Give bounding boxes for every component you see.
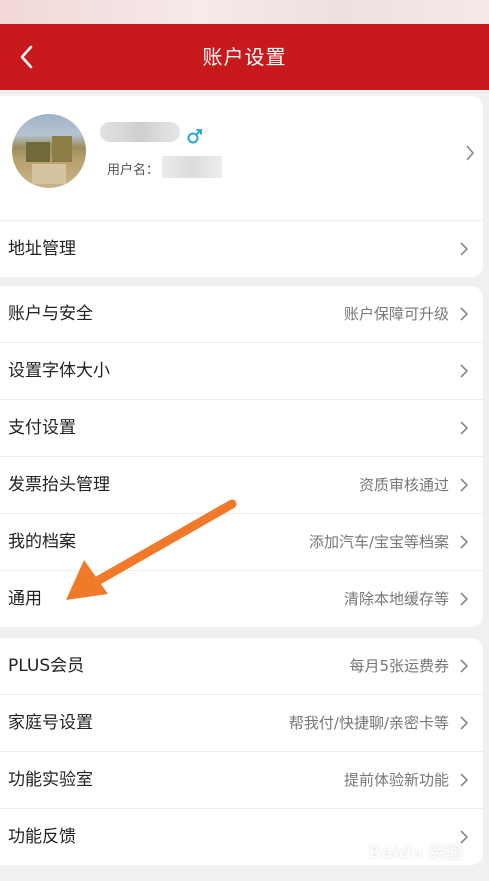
chevron-right-icon xyxy=(460,242,469,256)
row-label: 账户与安全 xyxy=(8,304,93,324)
row-my-profile[interactable]: 我的档案 添加汽车/宝宝等档案 xyxy=(0,514,483,571)
settings-group-2: PLUS会员 每月5张运费券 家庭号设置 帮我付/快捷聊/亲密卡等 功能实验室 … xyxy=(0,638,483,865)
settings-group-1: 账户与安全 账户保障可升级 设置字体大小 支付设置 发票抬头管理 资质审核通过 … xyxy=(0,286,483,627)
chevron-right-icon xyxy=(460,659,469,673)
row-value: 帮我付/快捷聊/亲密卡等 xyxy=(288,714,449,732)
address-row[interactable]: 地址管理 xyxy=(0,221,483,277)
username-label: 用户名： xyxy=(107,163,160,178)
row-feature-lab[interactable]: 功能实验室 提前体验新功能 xyxy=(0,752,483,809)
row-value: 每月5张运费券 xyxy=(349,657,449,675)
chevron-right-icon xyxy=(466,145,475,161)
row-label: 我的档案 xyxy=(8,532,76,552)
male-icon xyxy=(187,129,202,144)
nickname-redacted xyxy=(100,122,180,142)
row-value: 账户保障可升级 xyxy=(343,305,449,323)
row-label: 通用 xyxy=(8,589,42,609)
chevron-right-icon xyxy=(460,421,469,435)
row-value: 资质审核通过 xyxy=(358,476,449,494)
watermark: Baidu 经验 xyxy=(368,843,463,863)
row-label: PLUS会员 xyxy=(8,656,85,676)
row-value: 添加汽车/宝宝等档案 xyxy=(308,533,449,551)
chevron-right-icon xyxy=(460,478,469,492)
row-label: 功能实验室 xyxy=(8,770,93,790)
profile-row[interactable] xyxy=(0,96,483,221)
address-label: 地址管理 xyxy=(8,239,76,259)
row-payment[interactable]: 支付设置 xyxy=(0,400,483,457)
row-value: 提前体验新功能 xyxy=(343,771,449,789)
status-bar xyxy=(0,0,489,24)
chevron-right-icon xyxy=(460,307,469,321)
row-font-size[interactable]: 设置字体大小 xyxy=(0,343,483,400)
row-label: 家庭号设置 xyxy=(8,713,93,733)
row-value: 清除本地缓存等 xyxy=(343,590,449,608)
row-label: 设置字体大小 xyxy=(8,361,110,381)
row-general[interactable]: 通用 清除本地缓存等 xyxy=(0,571,483,627)
row-account-security[interactable]: 账户与安全 账户保障可升级 xyxy=(0,286,483,343)
row-label: 功能反馈 xyxy=(8,827,76,847)
avatar[interactable] xyxy=(12,114,86,188)
chevron-right-icon xyxy=(460,364,469,378)
row-label: 发票抬头管理 xyxy=(8,475,110,495)
page-title: 账户设置 xyxy=(202,45,287,69)
chevron-right-icon xyxy=(460,773,469,787)
row-label: 支付设置 xyxy=(8,418,76,438)
row-plus-member[interactable]: PLUS会员 每月5张运费券 xyxy=(0,638,483,695)
chevron-right-icon xyxy=(460,535,469,549)
top-header: 账户设置 xyxy=(0,24,489,90)
profile-card: 地址管理 xyxy=(0,96,483,277)
chevron-right-icon xyxy=(460,716,469,730)
row-invoice[interactable]: 发票抬头管理 资质审核通过 xyxy=(0,457,483,514)
row-family-account[interactable]: 家庭号设置 帮我付/快捷聊/亲密卡等 xyxy=(0,695,483,752)
username-redacted xyxy=(162,156,222,178)
chevron-right-icon xyxy=(460,592,469,606)
